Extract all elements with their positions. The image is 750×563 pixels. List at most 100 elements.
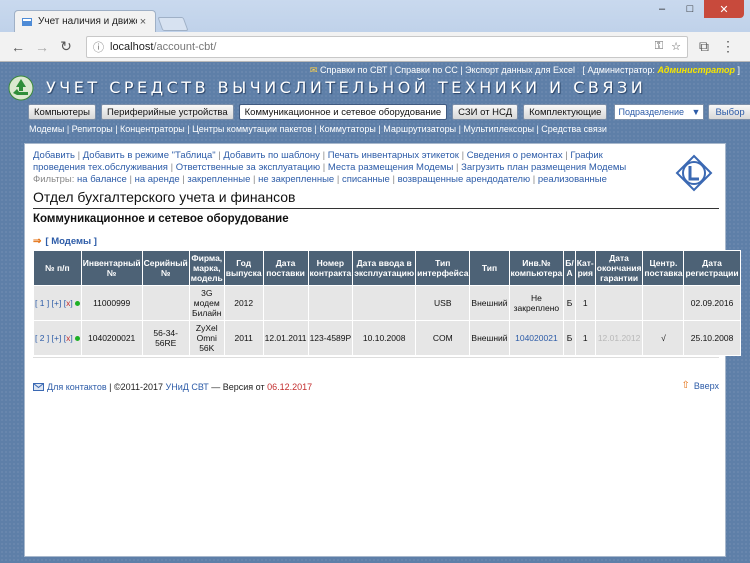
forward-icon[interactable]: → <box>32 37 52 57</box>
nav-computers[interactable]: Компьютеры <box>28 104 96 120</box>
contacts-link[interactable]: Для контактов <box>47 382 107 392</box>
subnav-routers[interactable]: Маршрутизаторы <box>383 124 456 134</box>
row-controls: [ 1 ] [+] [x] <box>33 285 82 321</box>
filter-sold[interactable]: реализованные <box>538 174 607 185</box>
site-title: УЧЕТ СРЕДСТВ ВЫЧИСЛИТЕЛЬНОЙ ТЕХНИКИ И СВ… <box>46 78 647 97</box>
footer-divider <box>33 357 719 358</box>
col-ba[interactable]: Б/А <box>563 250 576 286</box>
col-model[interactable]: Фирма, марка, модель <box>188 250 225 286</box>
maximize-button[interactable]: □ <box>676 0 704 18</box>
browser-tab[interactable]: Учет наличия и движен × <box>14 10 156 32</box>
cell-warranty-end <box>594 285 644 321</box>
action-print-labels[interactable]: Печать инвентарных этикеток <box>328 150 459 161</box>
col-commission-date[interactable]: Дата ввода в эксплуатацию <box>352 250 417 286</box>
col-category[interactable]: Кат-рия <box>574 250 596 286</box>
window-close-button[interactable]: ✕ <box>704 0 744 18</box>
col-year[interactable]: Год выпуска <box>223 250 264 286</box>
col-warranty-end[interactable]: Дата окончания гарантии <box>594 250 644 286</box>
cell-type: Внешний <box>469 320 510 356</box>
nav-components[interactable]: Комплектующие <box>523 104 608 120</box>
product-link[interactable]: УНиД СВТ <box>165 382 208 392</box>
status-dot-icon <box>74 336 80 342</box>
cell-model: 3G модем Билайн <box>188 285 225 321</box>
subnav-multiplexers[interactable]: Мультиплексоры <box>463 124 534 134</box>
action-placement[interactable]: Места размещения Модемы <box>328 162 453 173</box>
col-num[interactable]: № п/п <box>33 250 82 286</box>
filter-leased[interactable]: на аренде <box>135 174 180 185</box>
cell-serial <box>141 285 190 321</box>
col-registration-date[interactable]: Дата регистрации <box>683 250 741 286</box>
arrow-up-icon: ⇧ <box>681 380 690 391</box>
subnav-repeaters[interactable]: Репиторы <box>72 124 113 134</box>
link-svt-reports[interactable]: Справки по СВТ <box>320 65 387 75</box>
divider <box>33 208 719 209</box>
link-excel-export[interactable]: Экспорт данных для Excel <box>465 65 575 75</box>
cell-supply-date <box>262 285 309 321</box>
page-favicon-icon <box>22 17 32 26</box>
cell-year: 2012 <box>223 285 264 321</box>
department-select[interactable]: Подразделение ▼ <box>614 104 705 120</box>
url-path: /account-cbt/ <box>153 40 217 53</box>
filter-on-balance[interactable]: на балансе <box>77 174 127 185</box>
tab-close-icon[interactable]: × <box>137 16 149 28</box>
filter-returned[interactable]: возвращенные арендодателю <box>398 174 531 185</box>
page: ✉ Справки по СВТ | Справки по СС | Экспо… <box>0 62 750 563</box>
new-tab-button[interactable] <box>157 17 189 31</box>
address-bar[interactable]: ⓘ localhost/account-cbt/ ⚿ ☆ <box>86 35 688 58</box>
filter-unassigned[interactable]: не закрепленные <box>258 174 334 185</box>
top-links: ✉ Справки по СВТ | Справки по СС | Экспо… <box>309 65 740 75</box>
col-inventory[interactable]: Инвентарный № <box>80 250 143 286</box>
action-add-template[interactable]: Добавить по шаблону <box>223 150 320 161</box>
equipment-table: № п/п Инвентарный № Серийный № Фирма, ма… <box>33 250 741 356</box>
subnav-modems[interactable]: Модемы <box>29 124 64 134</box>
bookmark-star-icon[interactable]: ☆ <box>671 40 681 53</box>
minimize-button[interactable]: – <box>648 0 676 18</box>
col-interface[interactable]: Тип интерфейса <box>415 250 471 286</box>
help-icon: ✉ <box>309 65 318 75</box>
action-upload-plan[interactable]: Загрузить план размещения Модемы <box>461 162 626 173</box>
key-icon[interactable]: ⚿ <box>655 40 663 53</box>
col-contract[interactable]: Номер контракта <box>307 250 354 286</box>
cell-commission-date <box>352 285 417 321</box>
reload-icon[interactable]: ↻ <box>56 37 76 57</box>
row-number-link[interactable]: 2 <box>40 333 45 343</box>
col-computer-inv[interactable]: Инв.№ компьютера <box>508 250 565 286</box>
row-number-link[interactable]: 1 <box>40 298 45 308</box>
scroll-top-link[interactable]: ⇧ Вверх <box>682 380 719 391</box>
filter-assigned[interactable]: закрепленные <box>187 174 250 185</box>
cast-icon[interactable]: ⧉ <box>694 37 714 57</box>
actions-bar: Добавить | Добавить в режиме "Таблица" |… <box>33 150 627 185</box>
action-responsible[interactable]: Ответственные за эксплуатацию <box>176 162 320 173</box>
subnav-packet-switching[interactable]: Центры коммутации пакетов <box>192 124 312 134</box>
col-serial[interactable]: Серийный № <box>141 250 190 286</box>
department-title: Отдел бухгалтерского учета и финансов <box>33 189 296 205</box>
back-icon[interactable]: ← <box>8 37 28 57</box>
mail-icon <box>33 383 44 391</box>
link-ss-reports[interactable]: Справки по СС <box>395 65 458 75</box>
cell-ba: Б <box>563 320 576 356</box>
cell-ba: Б <box>563 285 576 321</box>
nav-network-equipment[interactable]: Коммуникационное и сетевое оборудование <box>238 104 448 120</box>
cell-category: 1 <box>574 285 596 321</box>
action-add-table[interactable]: Добавить в режиме "Таблица" <box>83 150 216 161</box>
subnav-comm-means[interactable]: Средства связи <box>541 124 607 134</box>
menu-dots-icon[interactable]: ⋮ <box>718 37 738 57</box>
choose-button[interactable]: Выбор <box>708 104 750 120</box>
cell-registration-date: 02.09.2016 <box>683 285 741 321</box>
computer-inv-link[interactable]: 104020021 <box>515 333 558 343</box>
subnav-hubs[interactable]: Концентраторы <box>120 124 185 134</box>
filter-written-off[interactable]: списанные <box>342 174 390 185</box>
action-repairs[interactable]: Сведения о ремонтах <box>467 150 563 161</box>
arrow-right-icon: ⇒ <box>33 236 42 247</box>
cell-central-supply <box>642 285 685 321</box>
nav-peripherals[interactable]: Периферийные устройства <box>101 104 234 120</box>
action-add[interactable]: Добавить <box>33 150 75 161</box>
url-text: localhost/account-cbt/ <box>110 41 647 53</box>
col-central-supply[interactable]: Центр. поставка <box>642 250 685 286</box>
info-icon[interactable]: ⓘ <box>93 39 104 55</box>
col-supply-date[interactable]: Дата поставки <box>262 250 309 286</box>
subnav-switches[interactable]: Коммутаторы <box>319 124 376 134</box>
admin-value[interactable]: Администратор <box>657 65 735 75</box>
nav-szi[interactable]: СЗИ от НСД <box>452 104 519 120</box>
col-type[interactable]: Тип <box>469 250 510 286</box>
